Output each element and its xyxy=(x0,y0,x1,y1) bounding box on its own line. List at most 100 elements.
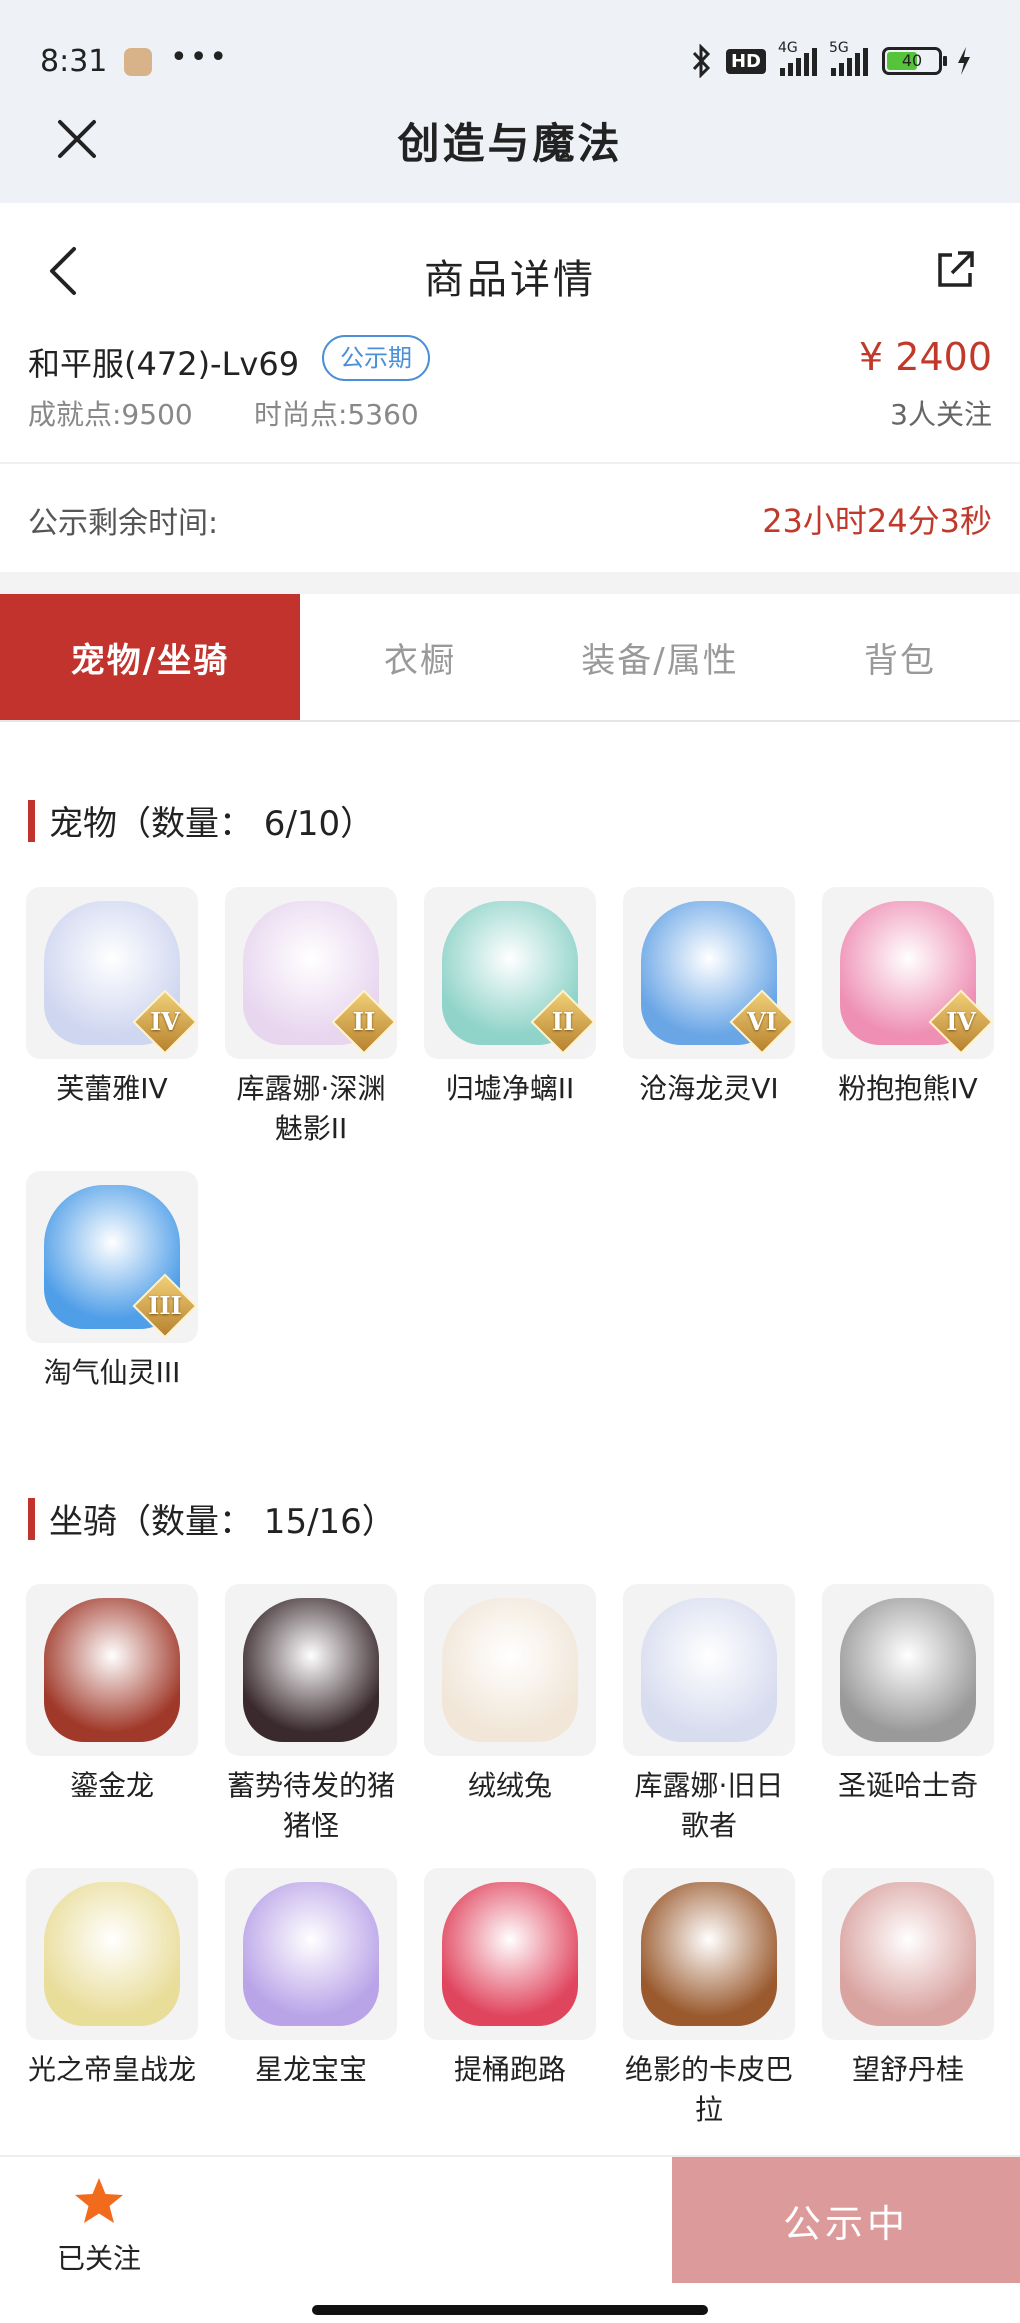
mount-name: 圣诞哈士奇 xyxy=(837,1769,978,1802)
pet-thumbnail: VI xyxy=(623,887,795,1059)
pet-card[interactable]: IV 芙蕾雅IV xyxy=(26,887,198,1149)
product-name: 和平服(472)-Lv69 xyxy=(28,345,300,383)
mount-portrait xyxy=(641,1882,777,2026)
signal-5g-icon: 5G xyxy=(829,40,868,76)
pet-thumbnail: II xyxy=(225,887,397,1059)
rank-label: II xyxy=(352,1007,376,1036)
mounts-grid: 鎏金龙 蓄势待发的猪猪怪 绒绒兔 库露娜·旧日歌者 圣诞哈士奇光之帝皇战龙 星龙宝宝 提桶跑… xyxy=(26,1584,1002,2152)
pet-name: 粉抱抱熊IV xyxy=(838,1072,978,1105)
timer-value: 23小时24分3秒 xyxy=(762,502,992,540)
rank-label: II xyxy=(551,1007,575,1036)
section-accent xyxy=(28,1497,35,1540)
nav-bar: 商品详情 xyxy=(0,203,1020,333)
home-indicator[interactable] xyxy=(312,2305,708,2315)
rank-label: IV xyxy=(946,1007,976,1036)
page-title: 商品详情 xyxy=(424,257,596,303)
pet-name: 淘气仙灵III xyxy=(43,1356,181,1389)
pets-section-header: 宠物（数量： 6/10） xyxy=(28,796,374,845)
mount-name: 光之帝皇战龙 xyxy=(27,2053,196,2086)
pet-name: 沧海龙灵VI xyxy=(639,1072,779,1105)
mount-name: 星龙宝宝 xyxy=(254,2053,367,2086)
mount-name: 蓄势待发的猪猪怪 xyxy=(226,1769,395,1842)
timer-label: 公示剩余时间: xyxy=(28,506,219,541)
pet-card[interactable]: III 淘气仙灵III xyxy=(26,1171,198,1393)
bluetooth-icon xyxy=(692,44,711,78)
mount-name: 绝影的卡皮巴拉 xyxy=(624,2053,793,2126)
mount-name: 绒绒兔 xyxy=(467,1769,552,1802)
mount-card[interactable]: 星龙宝宝 xyxy=(225,1868,397,2130)
section-gap xyxy=(0,572,1020,594)
pet-thumbnail: IV xyxy=(822,887,994,1059)
rank-label: VI xyxy=(747,1007,777,1036)
mount-card[interactable]: 圣诞哈士奇 xyxy=(822,1584,994,1846)
signal-4g-icon: 4G xyxy=(778,40,817,76)
mount-card[interactable]: 绒绒兔 xyxy=(424,1584,596,1846)
status-time: 8:31 xyxy=(40,44,108,79)
follow-button[interactable]: 已关注 xyxy=(44,2175,154,2277)
share-icon[interactable] xyxy=(934,249,976,291)
top-zone: 8:31 ••• HD 4G 5G 40 创造与魔法 xyxy=(0,0,1020,203)
mount-portrait xyxy=(641,1598,777,1742)
mount-name: 鎏金龙 xyxy=(69,1769,154,1802)
follower-count: 3人关注 xyxy=(890,398,992,431)
mount-card[interactable]: 绝影的卡皮巴拉 xyxy=(623,1868,795,2130)
product-info: 和平服(472)-Lv69 公示期 ¥ 2400 成就点:9500 时尚点:53… xyxy=(0,333,1020,461)
mount-thumbnail xyxy=(424,1868,596,2040)
status-right: HD 4G 5G 40 xyxy=(690,40,972,78)
public-status-button[interactable]: 公示中 xyxy=(672,2157,1020,2283)
mount-portrait xyxy=(44,1598,180,1742)
app-title: 创造与魔法 xyxy=(397,119,623,168)
mount-card[interactable]: 望舒丹桂 xyxy=(822,1868,994,2130)
tab-equipment[interactable]: 装备/属性 xyxy=(540,594,780,720)
mount-card[interactable]: 提桶跑路 xyxy=(424,1868,596,2130)
tab-bar: 宠物/坐骑 衣橱 装备/属性 背包 xyxy=(0,594,1020,722)
tab-pets-mounts[interactable]: 宠物/坐骑 xyxy=(0,594,300,720)
mount-thumbnail xyxy=(26,1868,198,2040)
network-4g-label: 4G xyxy=(778,40,798,56)
more-notifications-icon: ••• xyxy=(170,40,230,75)
pet-card[interactable]: VI 沧海龙灵VI xyxy=(623,887,795,1149)
section-accent xyxy=(28,799,35,842)
status-badge: 公示期 xyxy=(322,335,430,381)
pet-card[interactable]: IV 粉抱抱熊IV xyxy=(822,887,994,1149)
mounts-header-text: 坐骑（数量： 15/16） xyxy=(49,1502,396,1542)
star-icon xyxy=(75,2178,123,2223)
mount-portrait xyxy=(442,1598,578,1742)
mount-thumbnail xyxy=(424,1584,596,1756)
mount-thumbnail xyxy=(623,1868,795,2040)
pet-thumbnail: III xyxy=(26,1171,198,1343)
mount-card[interactable]: 蓄势待发的猪猪怪 xyxy=(225,1584,397,1846)
pets-header-text: 宠物（数量： 6/10） xyxy=(49,804,375,844)
product-price: ¥ 2400 xyxy=(859,335,992,379)
tab-bag[interactable]: 背包 xyxy=(780,594,1020,720)
pet-card[interactable]: II 库露娜·深渊魅影II xyxy=(225,887,397,1149)
mount-thumbnail xyxy=(623,1584,795,1756)
mount-thumbnail xyxy=(26,1584,198,1756)
mount-thumbnail xyxy=(225,1584,397,1756)
mount-card[interactable]: 库露娜·旧日歌者 xyxy=(623,1584,795,1846)
achievement-points: 成就点:9500 xyxy=(28,398,193,431)
fashion-points: 时尚点:5360 xyxy=(254,398,419,431)
mount-name: 望舒丹桂 xyxy=(851,2053,964,2086)
battery-level: 40 xyxy=(901,51,923,70)
mount-portrait xyxy=(442,1882,578,2026)
mount-portrait xyxy=(243,1598,379,1742)
public-timer: 公示剩余时间: 23小时24分3秒 xyxy=(0,464,1020,572)
mount-portrait xyxy=(243,1882,379,2026)
mount-portrait xyxy=(840,1882,976,2026)
mount-name: 库露娜·旧日歌者 xyxy=(634,1769,784,1842)
mount-name: 提桶跑路 xyxy=(453,2053,566,2086)
mount-thumbnail xyxy=(225,1868,397,2040)
bottom-bar: 已关注 公示中 xyxy=(0,2155,1020,2323)
mount-portrait xyxy=(840,1598,976,1742)
mount-card[interactable]: 鎏金龙 xyxy=(26,1584,198,1846)
tab-wardrobe[interactable]: 衣橱 xyxy=(300,594,540,720)
hd-voice-icon: HD xyxy=(725,48,766,74)
pet-card[interactable]: II 归墟净螭II xyxy=(424,887,596,1149)
battery-icon: 40 xyxy=(882,47,947,75)
network-5g-label: 5G xyxy=(829,40,849,56)
pet-name: 库露娜·深渊魅影II xyxy=(236,1072,386,1145)
notification-app-icon xyxy=(124,48,152,76)
mount-card[interactable]: 光之帝皇战龙 xyxy=(26,1868,198,2130)
mount-portrait xyxy=(44,1882,180,2026)
